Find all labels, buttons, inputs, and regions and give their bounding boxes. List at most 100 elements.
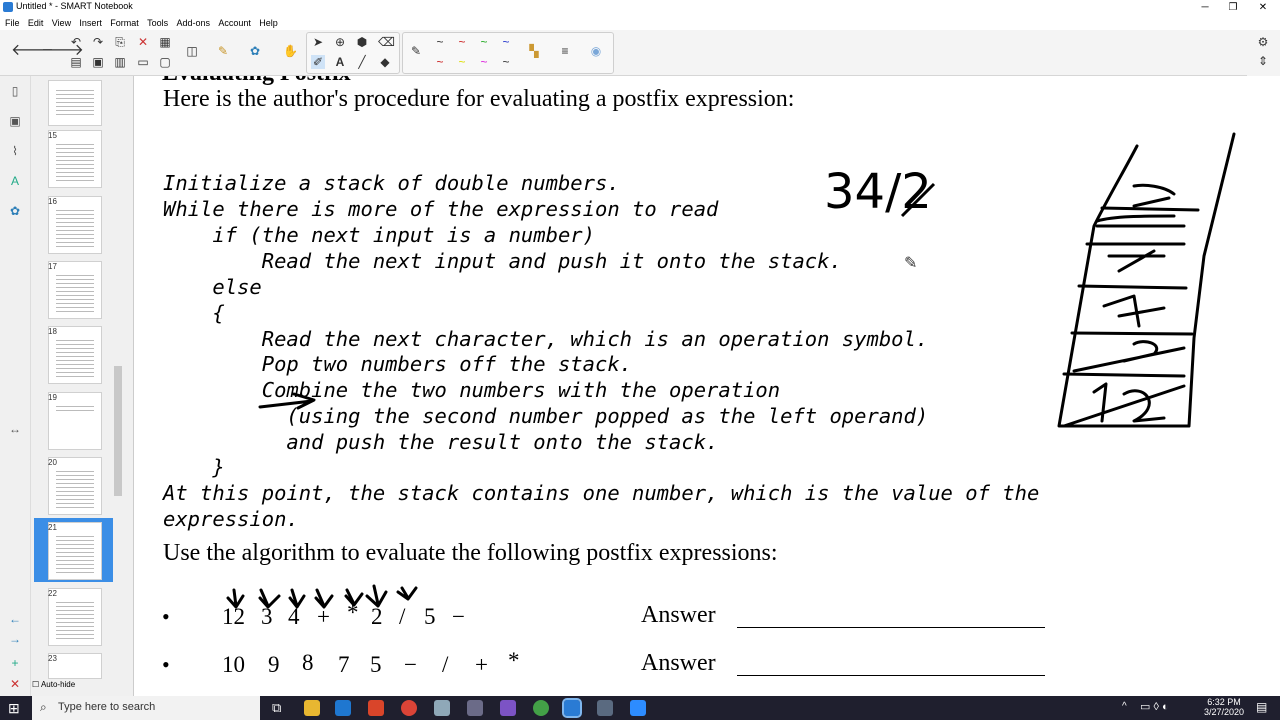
thumbnail-15[interactable]: 15 xyxy=(48,130,102,188)
thumbnail-number: 19 xyxy=(48,393,57,402)
git-icon[interactable] xyxy=(368,700,384,716)
shapes-icon[interactable]: ◆ xyxy=(378,55,392,69)
thumbnail-17[interactable]: 17 xyxy=(48,261,102,319)
thumbnail-14[interactable] xyxy=(48,80,102,126)
menu-help[interactable]: Help xyxy=(259,16,278,30)
app-icon-6[interactable] xyxy=(467,700,483,716)
title-bar: Untitled * - SMART Notebook ─ ❐ ✕ xyxy=(0,0,1280,15)
thumbnail-21[interactable]: 21 xyxy=(48,522,102,580)
app-icon-5[interactable] xyxy=(434,700,450,716)
menu-insert[interactable]: Insert xyxy=(79,16,102,30)
resize-icon[interactable]: ↔ xyxy=(8,422,22,436)
sorter-scrollbar[interactable] xyxy=(114,366,122,496)
screen-shade-icon[interactable]: ▭ xyxy=(136,55,150,69)
pen-yellow-icon[interactable]: ~ xyxy=(455,55,469,69)
zoom-icon[interactable] xyxy=(630,700,646,716)
save-icon[interactable]: ▤ xyxy=(69,55,83,69)
thumbnail-22[interactable]: 22 xyxy=(48,588,102,646)
ink-down-arrow xyxy=(344,588,364,607)
text-icon[interactable]: A xyxy=(333,55,347,69)
menu-view[interactable]: View xyxy=(52,16,71,30)
tray-icons[interactable]: ▭ ◊ ◐ xyxy=(1140,700,1169,713)
menu-file[interactable]: File xyxy=(5,16,20,30)
redo-icon[interactable]: ↷ xyxy=(91,35,105,49)
magic-pen-icon[interactable]: ⊕ xyxy=(333,35,347,49)
prev-page-icon[interactable]: ← xyxy=(8,612,22,626)
menu-edit[interactable]: Edit xyxy=(28,16,44,30)
delete-page-icon[interactable]: ✕ xyxy=(8,677,22,691)
screen-capture-icon[interactable]: ◫ xyxy=(185,44,199,58)
thumbnail-23[interactable]: 23 xyxy=(48,653,102,679)
menu-addons[interactable]: Add-ons xyxy=(177,16,211,30)
pen-blue-icon[interactable]: ~ xyxy=(499,35,513,49)
effects-icon[interactable]: ◉ xyxy=(589,44,603,58)
thumbnail-20[interactable]: 20 xyxy=(48,457,102,515)
chrome-icon[interactable] xyxy=(401,700,417,716)
file-explorer-icon[interactable] xyxy=(304,700,320,716)
tray-chevron-icon[interactable]: ^ xyxy=(1122,701,1127,712)
thumbnail-preview xyxy=(56,337,94,377)
pen-red2-icon[interactable]: ~ xyxy=(433,55,447,69)
smart-notebook-task-icon[interactable] xyxy=(562,698,582,718)
app-icon-10[interactable] xyxy=(597,700,613,716)
thumbnail-number: 16 xyxy=(48,197,57,206)
thumbnail-preview xyxy=(56,599,94,639)
gear-icon[interactable]: ⚙ xyxy=(1256,35,1270,49)
app-icon-7[interactable] xyxy=(500,700,516,716)
pen-type-icon[interactable]: ✎ xyxy=(409,44,423,58)
table-icon[interactable]: ▦ xyxy=(158,35,172,49)
pen-black2-icon[interactable]: ~ xyxy=(499,55,513,69)
add-page-icon[interactable]: ⎘ xyxy=(113,35,127,49)
close-button[interactable]: ✕ xyxy=(1246,0,1280,15)
move-toolbar-icon[interactable]: ⇕ xyxy=(1256,54,1270,68)
display-icon[interactable]: ▢ xyxy=(158,55,172,69)
undo-icon[interactable]: ↶ xyxy=(69,35,83,49)
properties-icon[interactable]: A xyxy=(8,174,22,188)
task-view-icon[interactable]: ⧉ xyxy=(272,700,281,716)
menu-account[interactable]: Account xyxy=(218,16,251,30)
hand-icon[interactable]: ✋ xyxy=(283,44,298,58)
menu-tools[interactable]: Tools xyxy=(147,16,168,30)
pen-green-icon[interactable]: ~ xyxy=(477,35,491,49)
page-sorter-icon[interactable]: ▯ xyxy=(8,84,22,98)
gallery-icon[interactable]: ✎ xyxy=(216,44,230,58)
notifications-icon[interactable]: ▤ xyxy=(1256,700,1267,714)
print-icon[interactable]: ▥ xyxy=(113,55,127,69)
forward-arrow-icon[interactable]: 🡒 xyxy=(41,43,84,59)
select-icon[interactable]: ➤ xyxy=(311,35,325,49)
color-palette-icon[interactable]: ▚ xyxy=(527,44,541,58)
eraser-icon[interactable]: ⌫ xyxy=(378,35,395,49)
auto-hide-checkbox[interactable]: ☐ Auto-hide xyxy=(32,680,75,689)
attachments-icon[interactable]: ⌇ xyxy=(8,144,22,158)
pen-red-icon[interactable]: ~ xyxy=(455,35,469,49)
pen-magenta-icon[interactable]: ~ xyxy=(477,55,491,69)
thumbnail-19[interactable]: 19 xyxy=(48,392,102,450)
line-icon[interactable]: ╱ xyxy=(355,55,369,69)
delete-icon[interactable]: ✕ xyxy=(136,35,150,49)
vscode-icon[interactable] xyxy=(335,700,351,716)
thumbnail-16[interactable]: 16 xyxy=(48,196,102,254)
taskbar-search[interactable]: ⌕ Type here to search xyxy=(32,696,260,720)
gallery-tab-icon[interactable]: ▣ xyxy=(8,114,22,128)
paste-icon[interactable]: ▣ xyxy=(91,55,105,69)
pen-cursor-icon: ✎ xyxy=(904,255,917,272)
thumbnail-preview xyxy=(56,272,94,312)
add-page-sidebar-icon[interactable]: + xyxy=(8,656,22,670)
thumbnail-18[interactable]: 18 xyxy=(48,326,102,384)
ink-down-arrow xyxy=(314,588,334,609)
addons-icon[interactable]: ✿ xyxy=(8,204,22,218)
smart-icon[interactable]: ✿ xyxy=(248,44,262,58)
pen-icon[interactable]: ✐ xyxy=(311,55,325,69)
fill-icon[interactable]: ⬢ xyxy=(355,35,369,49)
line-style-icon[interactable]: ≡ xyxy=(558,44,572,58)
back-arrow-icon[interactable]: 🡐 xyxy=(11,43,54,59)
app-icon-8[interactable] xyxy=(533,700,549,716)
notebook-canvas[interactable]: Evaluating Postfix Here is the author's … xyxy=(134,76,1280,696)
clock[interactable]: 6:32 PM 3/27/2020 xyxy=(1204,697,1244,717)
next-page-icon[interactable]: → xyxy=(8,632,22,646)
windows-start-icon[interactable]: ⊞ xyxy=(8,700,20,717)
ink-stack xyxy=(1057,132,1236,428)
pen-black-icon[interactable]: ~ xyxy=(433,35,447,49)
maximize-button[interactable]: ❐ xyxy=(1216,0,1250,15)
menu-format[interactable]: Format xyxy=(110,16,139,30)
